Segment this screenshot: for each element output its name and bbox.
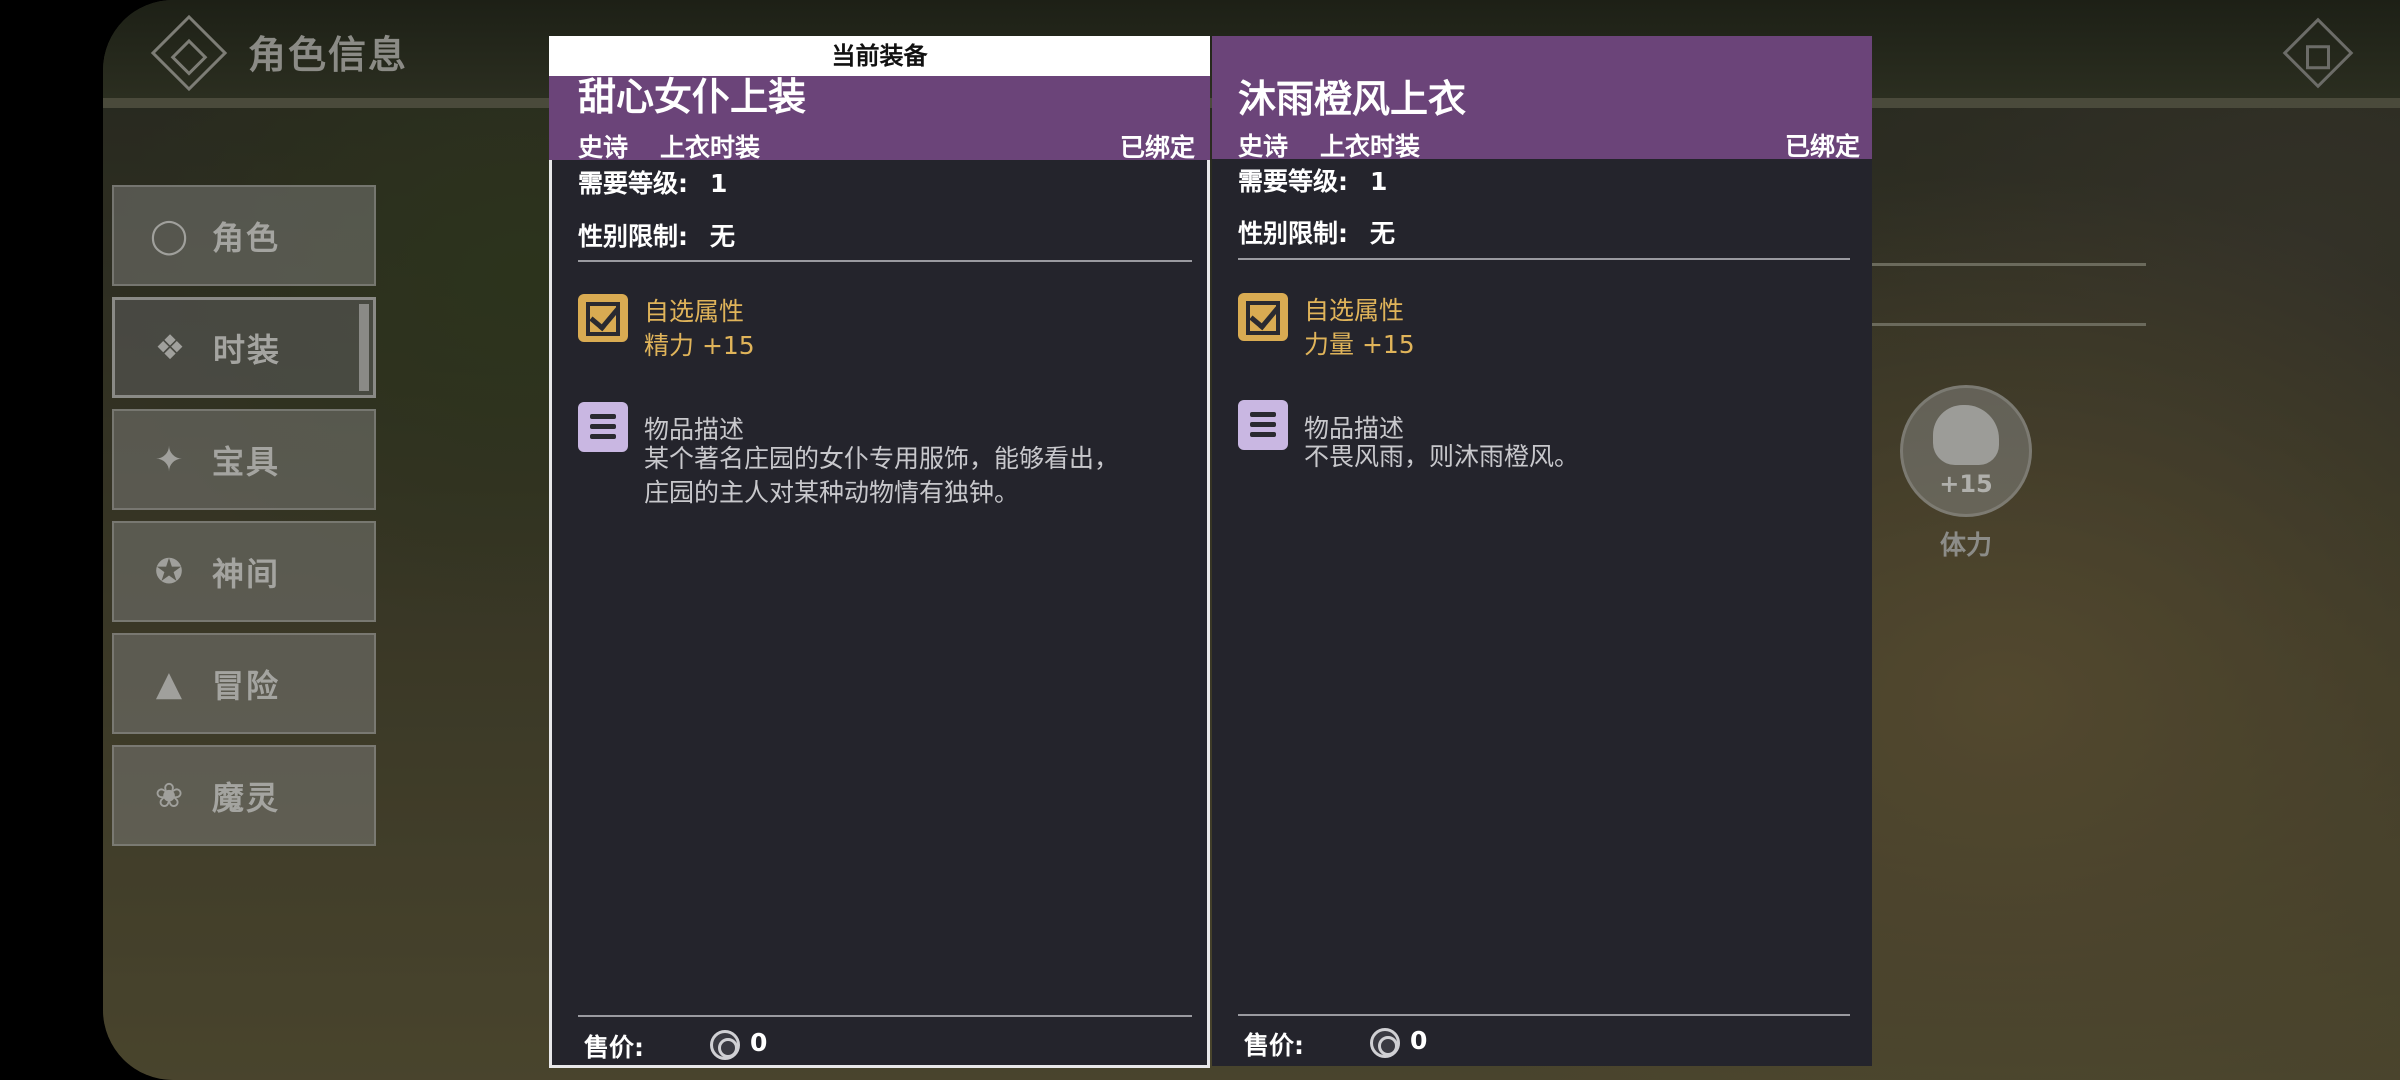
treasure-icon: ✦ [154, 439, 184, 480]
sidebar-item-costume[interactable]: ❖ 时装 [112, 297, 376, 398]
sidebar-item-treasure[interactable]: ✦ 宝具 [112, 409, 376, 510]
sidebar-item-label: 神间 [212, 554, 281, 593]
sidebar-item-adventure[interactable]: ▲ 冒险 [112, 633, 376, 734]
sidebar-item-divine[interactable]: ✪ 神间 [112, 521, 376, 622]
attribute-value: 精力 +15 [644, 331, 755, 360]
price-value: 0 [750, 1028, 768, 1057]
character-icon: ◯ [149, 215, 189, 256]
coin-icon [710, 1030, 740, 1060]
description-line: 某个著名庄园的女仆专用服饰，能够看出， [644, 444, 1120, 473]
level-label: 需要等级: [578, 169, 688, 198]
gender-label: 性别限制: [1238, 219, 1348, 248]
price-label: 售价: [584, 1033, 644, 1062]
item-rarity: 史诗 [1238, 132, 1289, 161]
gender-restriction: 性别限制: 无 [1238, 214, 1395, 250]
divider [578, 1015, 1192, 1017]
gender-value: 无 [710, 222, 736, 251]
attribute-value: 力量 +15 [1304, 330, 1415, 359]
level-label: 需要等级: [1238, 167, 1348, 196]
bound-status: 已绑定 [1784, 132, 1860, 161]
level-requirement: 需要等级: 1 [578, 164, 727, 200]
item-rarity: 史诗 [578, 133, 629, 162]
current-item-panel: 甜心女仆上装 史诗 上衣时装 已绑定 需要等级: 1 性别限制: 无 自选属性 精力… [549, 36, 1210, 1068]
description-title: 物品描述 [644, 415, 745, 444]
divider [1238, 258, 1850, 260]
description-icon [578, 402, 628, 452]
sidebar-item-label: 冒险 [212, 666, 281, 705]
checkbox-attribute-icon [1238, 293, 1288, 341]
divider [1238, 1014, 1850, 1016]
checkbox-attribute-icon [578, 294, 628, 342]
divider [578, 260, 1192, 262]
costume-icon: ❖ [154, 327, 186, 368]
gender-restriction: 性别限制: 无 [578, 217, 735, 253]
attribute-title: 自选属性 [1304, 296, 1405, 325]
gender-label: 性别限制: [578, 222, 688, 251]
description-line: 庄园的主人对某种动物情有独钟。 [644, 478, 1020, 507]
description-line: 不畏风雨，则沐雨橙风。 [1304, 442, 1580, 471]
sidebar-item-spirit[interactable]: ❀ 魔灵 [112, 745, 376, 846]
sidebar: ◯ 角色 ❖ 时装 ✦ 宝具 ✪ 神间 ▲ 冒险 ❀ 魔灵 [112, 185, 378, 857]
divider [1868, 323, 2146, 326]
sidebar-item-label: 角色 [212, 218, 281, 257]
stat-label: 体力 [1939, 531, 1992, 561]
sidebar-item-character[interactable]: ◯ 角色 [112, 185, 376, 286]
page-title: 角色信息 [248, 33, 409, 77]
price-value: 0 [1410, 1026, 1428, 1055]
item-slot: 上衣时装 [1320, 132, 1421, 161]
current-equipped-tag: 当前装备 [549, 36, 1210, 76]
item-slot: 上衣时装 [660, 133, 761, 162]
adventure-icon: ▲ [155, 663, 183, 704]
paw-icon: ❀ [154, 775, 184, 816]
price-label: 售价: [1244, 1031, 1304, 1060]
bound-status: 已绑定 [1119, 133, 1195, 162]
sidebar-item-label: 魔灵 [212, 778, 281, 817]
stat-value: +15 [1939, 470, 1993, 498]
sidebar-item-label: 时装 [213, 330, 282, 369]
attribute-title: 自选属性 [644, 297, 745, 326]
item-name: 沐雨橙风上衣 [1238, 77, 1467, 121]
coin-icon [1370, 1028, 1400, 1058]
compare-item-panel: 沐雨橙风上衣 史诗 上衣时装 已绑定 需要等级: 1 性别限制: 无 自选属性 力量… [1212, 36, 1872, 1066]
description-icon [1238, 400, 1288, 450]
divine-icon: ✪ [154, 551, 184, 592]
level-value: 1 [1370, 167, 1388, 196]
gender-value: 无 [1370, 219, 1396, 248]
level-requirement: 需要等级: 1 [1238, 162, 1387, 198]
level-value: 1 [710, 169, 728, 198]
divider [1868, 263, 2146, 266]
sidebar-item-label: 宝具 [212, 442, 281, 481]
